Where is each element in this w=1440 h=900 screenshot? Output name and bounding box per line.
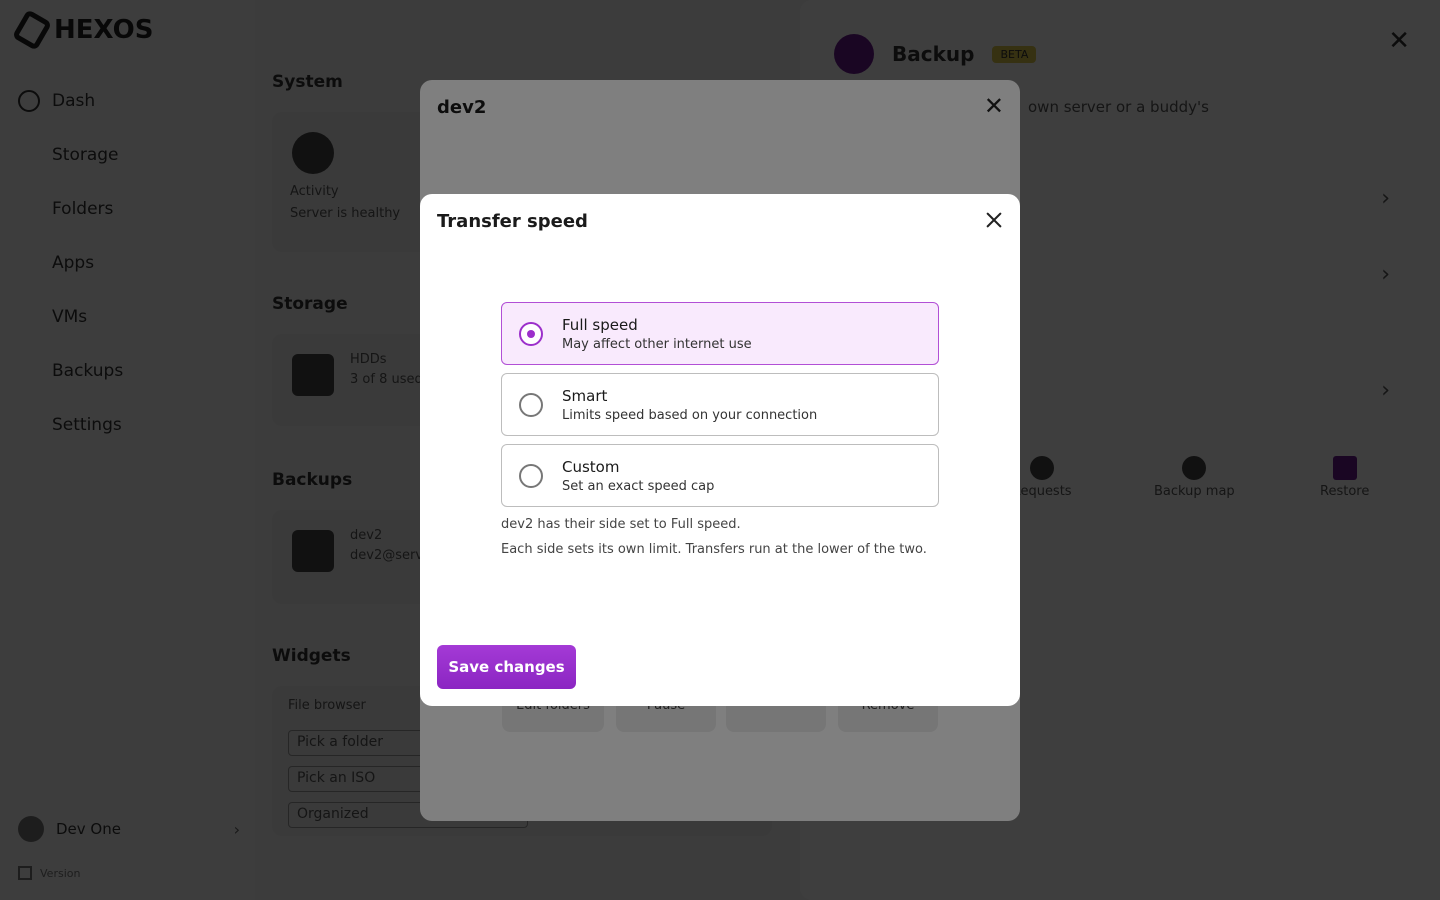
modal-title: Transfer speed: [437, 211, 588, 232]
save-changes-button[interactable]: Save changes: [437, 645, 576, 689]
radio-custom[interactable]: [519, 464, 543, 488]
option-label: Custom: [562, 458, 620, 476]
close-icon[interactable]: [982, 208, 1006, 232]
transfer-speed-modal: Transfer speed Full speed May affect oth…: [420, 194, 1020, 706]
option-full-speed[interactable]: Full speed May affect other internet use: [501, 302, 939, 365]
option-smart[interactable]: Smart Limits speed based on your connect…: [501, 373, 939, 436]
option-label: Full speed: [562, 316, 638, 334]
limit-note: Each side sets its own limit. Transfers …: [501, 542, 927, 557]
option-custom[interactable]: Custom Set an exact speed cap: [501, 444, 939, 507]
option-description: Set an exact speed cap: [562, 479, 715, 494]
radio-smart[interactable]: [519, 393, 543, 417]
option-label: Smart: [562, 387, 608, 405]
option-description: Limits speed based on your connection: [562, 408, 818, 423]
peer-setting-note: dev2 has their side set to Full speed.: [501, 517, 741, 532]
speed-options: Full speed May affect other internet use…: [501, 302, 939, 515]
radio-full-speed[interactable]: [519, 322, 543, 346]
option-description: May affect other internet use: [562, 337, 752, 352]
